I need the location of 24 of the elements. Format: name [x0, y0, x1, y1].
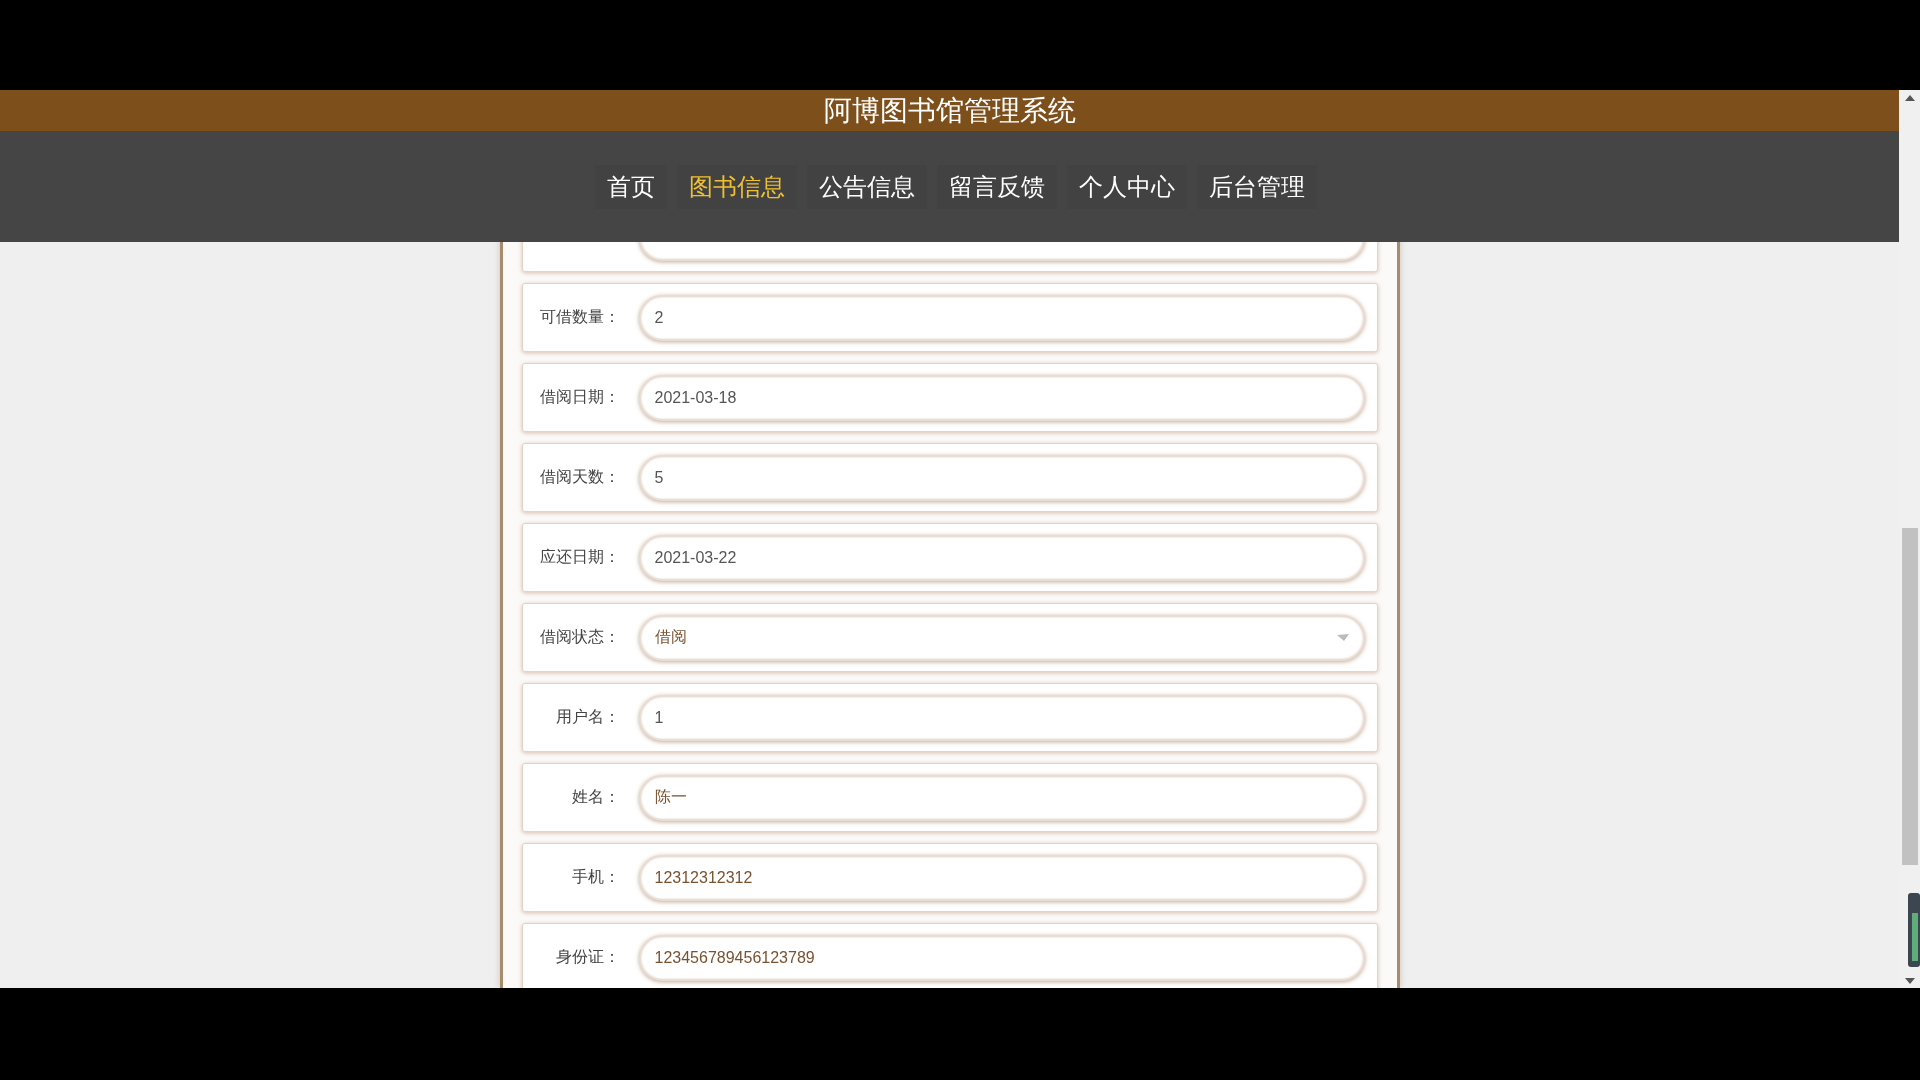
select-field[interactable]: 借阅 — [638, 614, 1365, 661]
field-label: 借阅状态： — [538, 627, 620, 647]
scroll-down-icon[interactable] — [1904, 978, 1915, 984]
input-field[interactable]: 1 — [638, 694, 1365, 741]
scrollbar-thumb[interactable] — [1901, 528, 1918, 865]
input-field[interactable]: 2 — [638, 294, 1365, 341]
input-field[interactable]: 5 — [638, 454, 1365, 501]
input-field[interactable]: 陈一 — [638, 774, 1365, 821]
field-label: 姓名： — [570, 787, 620, 807]
input-field[interactable]: 123456789456123789 — [638, 934, 1365, 981]
scroll-up-icon[interactable] — [1904, 95, 1915, 101]
site-title: 阿博图书馆管理系统 — [823, 96, 1076, 125]
field-label: 借阅天数： — [538, 467, 620, 487]
input-field[interactable]: 12312312312 — [638, 854, 1365, 901]
field-label: 借阅日期： — [538, 387, 620, 407]
caret-icon — [1336, 633, 1349, 642]
field-label: 可借数量： — [538, 307, 620, 327]
field-label: 身份证： — [554, 947, 620, 967]
field-label: 手机： — [570, 867, 620, 887]
level-meter-icon — [1908, 893, 1920, 967]
input-field[interactable]: 2021-03-18 — [638, 374, 1365, 421]
input-field[interactable]: 2021-03-22 — [638, 534, 1365, 581]
field-label: 用户名： — [554, 707, 620, 727]
field-label: 应还日期： — [538, 547, 620, 567]
